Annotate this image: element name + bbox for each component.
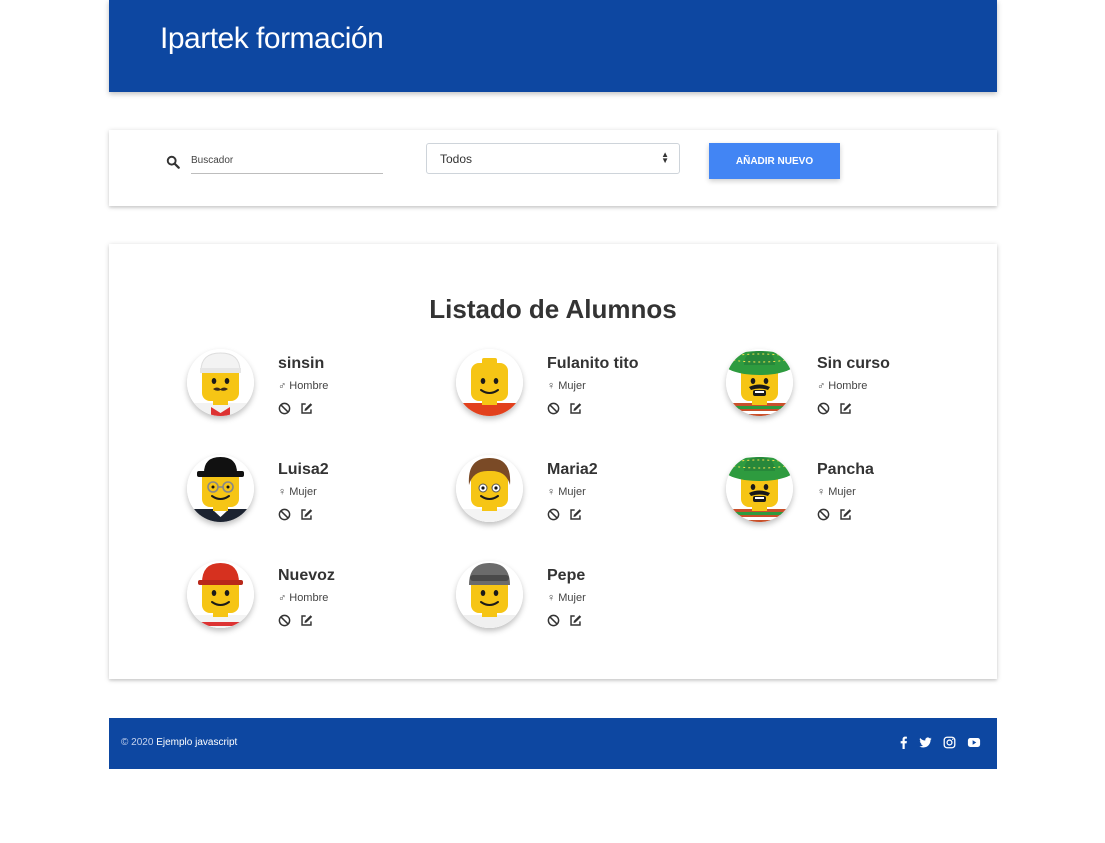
student-name: Luisa2 (278, 461, 329, 478)
mars-icon: ♂ (278, 592, 287, 604)
ban-icon[interactable] (817, 402, 830, 415)
student-card: Pepe ♀ Mujer (456, 561, 716, 641)
gender-label: Mujer (558, 486, 586, 498)
student-name: Nuevoz (278, 567, 335, 584)
brand-title[interactable]: Ipartek formación (160, 22, 384, 56)
instagram-icon[interactable] (943, 736, 956, 749)
ban-icon[interactable] (547, 402, 560, 415)
gender-label: Hombre (828, 380, 868, 392)
student-avatar (187, 349, 254, 416)
ban-icon[interactable] (278, 508, 291, 521)
student-avatar (456, 349, 523, 416)
student-gender: ♀ Mujer (817, 486, 856, 498)
twitter-icon[interactable] (919, 736, 932, 749)
venus-icon: ♀ (547, 486, 556, 498)
search-toolbar: Todos ▲▼ AÑADIR NUEVO (109, 130, 997, 206)
student-card: Luisa2 ♀ Mujer (187, 455, 447, 535)
edit-icon[interactable] (300, 402, 313, 415)
student-name: Pancha (817, 461, 874, 478)
student-name: Fulanito tito (547, 355, 639, 372)
search-input[interactable] (191, 148, 383, 174)
student-card: Fulanito tito ♀ Mujer (456, 349, 716, 429)
venus-icon: ♀ (278, 486, 287, 498)
youtube-icon[interactable] (967, 736, 981, 749)
gender-filter-select[interactable]: Todos ▲ ▼ (426, 143, 680, 174)
student-gender: ♂ Hombre (278, 592, 328, 604)
edit-icon[interactable] (569, 508, 582, 521)
student-card: Nuevoz ♂ Hombre (187, 561, 447, 641)
edit-icon[interactable] (569, 614, 582, 627)
student-avatar (456, 455, 523, 522)
copyright-text: © 2020 (121, 737, 154, 748)
student-avatar (726, 455, 793, 522)
gender-label: Mujer (828, 486, 856, 498)
venus-icon: ♀ (817, 486, 826, 498)
student-avatar (456, 561, 523, 628)
students-panel: Listado de Alumnos sinsin ♂ Hombre Fulani… (109, 244, 997, 679)
student-avatar (187, 455, 254, 522)
facebook-icon[interactable] (897, 736, 910, 749)
student-gender: ♀ Mujer (278, 486, 317, 498)
student-card: Maria2 ♀ Mujer (456, 455, 716, 535)
footer-link[interactable]: Ejemplo javascript (156, 737, 237, 748)
edit-icon[interactable] (300, 614, 313, 627)
venus-icon: ♀ (547, 592, 556, 604)
ban-icon[interactable] (817, 508, 830, 521)
student-gender: ♂ Hombre (278, 380, 328, 392)
mars-icon: ♂ (817, 380, 826, 392)
ban-icon[interactable] (278, 614, 291, 627)
mars-icon: ♂ (278, 380, 287, 392)
site-header: Ipartek formación (109, 0, 997, 92)
gender-label: Mujer (558, 592, 586, 604)
student-card: Sin curso ♂ Hombre (726, 349, 986, 429)
venus-icon: ♀ (547, 380, 556, 392)
gender-label: Mujer (289, 486, 317, 498)
gender-label: Hombre (289, 592, 329, 604)
student-gender: ♀ Mujer (547, 486, 586, 498)
ban-icon[interactable] (547, 614, 560, 627)
student-name: Sin curso (817, 355, 890, 372)
student-name: sinsin (278, 355, 325, 372)
add-new-button[interactable]: AÑADIR NUEVO (709, 143, 840, 179)
gender-label: Hombre (289, 380, 329, 392)
gender-label: Mujer (558, 380, 586, 392)
edit-icon[interactable] (839, 402, 852, 415)
student-gender: ♀ Mujer (547, 592, 586, 604)
ban-icon[interactable] (278, 402, 291, 415)
edit-icon[interactable] (569, 402, 582, 415)
student-gender: ♀ Mujer (547, 380, 586, 392)
footer-copyright: © 2020 Ejemplo javascript (121, 737, 237, 748)
student-card: Pancha ♀ Mujer (726, 455, 986, 535)
student-name: Pepe (547, 567, 586, 584)
edit-icon[interactable] (300, 508, 313, 521)
student-name: Maria2 (547, 461, 598, 478)
student-gender: ♂ Hombre (817, 380, 867, 392)
search-icon (166, 155, 180, 169)
ban-icon[interactable] (547, 508, 560, 521)
list-title: Listado de Alumnos (429, 294, 677, 324)
select-arrows-icon: ▲ ▼ (661, 150, 669, 165)
site-footer: © 2020 Ejemplo javascript (109, 718, 997, 769)
edit-icon[interactable] (839, 508, 852, 521)
filter-selected-value: Todos (440, 152, 473, 166)
student-avatar (726, 349, 793, 416)
student-card: sinsin ♂ Hombre (187, 349, 447, 429)
student-avatar (187, 561, 254, 628)
